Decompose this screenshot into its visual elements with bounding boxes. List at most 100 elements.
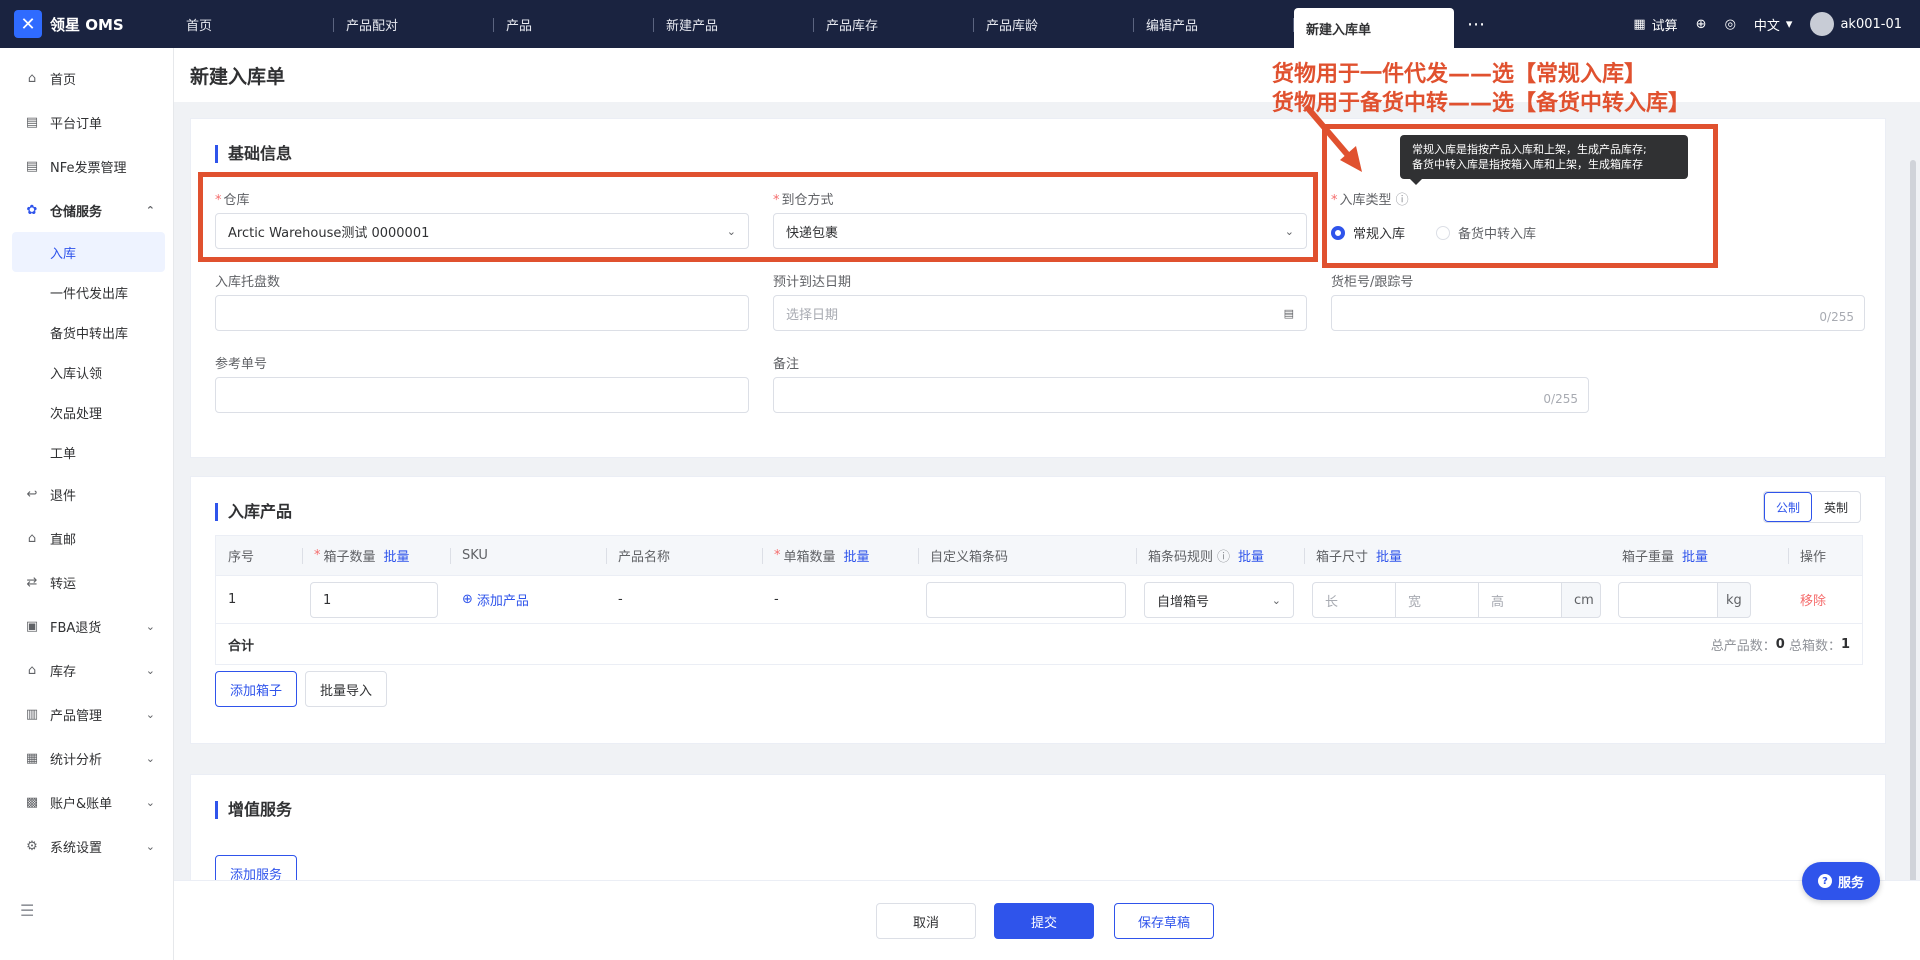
logo-icon: ✕ xyxy=(14,10,42,38)
custom-barcode-input[interactable] xyxy=(926,582,1126,618)
table-row: 1 1 ⊕ 添加产品 - - 自增箱号 ⌄ 长 宽 高 cm kg 移除 xyxy=(216,576,1862,624)
width-input[interactable]: 宽 xyxy=(1395,582,1479,618)
service-button[interactable]: ? 服务 xyxy=(1802,862,1880,900)
tab-more-icon[interactable]: ⋯ xyxy=(1454,0,1498,48)
batch-weight-link[interactable]: 批量 xyxy=(1682,546,1708,565)
pallet-count-label: 入库托盘数 xyxy=(215,275,281,290)
col-product-name: 产品名称 xyxy=(618,550,671,565)
chevron-down-icon: ⌄ xyxy=(145,751,155,765)
tab-new-inbound[interactable]: 新建入库单 xyxy=(1294,8,1454,48)
tab-edit-product[interactable]: 编辑产品 xyxy=(1134,0,1294,48)
inbound-products-card: 入库产品 公制 英制 序号 * 箱子数量 批量 SKU 产品名称 * 单箱数量 批量 自… xyxy=(190,476,1886,744)
sidebar-item-account[interactable]: ▩ 账户&账单 ⌄ xyxy=(0,780,173,824)
tracking-textarea[interactable]: 0/255 xyxy=(1331,295,1865,331)
weight-input[interactable] xyxy=(1618,582,1718,618)
sidebar-item-returns[interactable]: ↩ 退件 xyxy=(0,472,173,516)
sidebar-item-direct-mail[interactable]: ⌂ 直邮 xyxy=(0,516,173,560)
tab-product-stock[interactable]: 产品库存 xyxy=(814,0,974,48)
chevron-down-icon: ⌄ xyxy=(145,619,155,633)
collapse-sidebar-icon[interactable]: ☰ xyxy=(20,901,34,920)
pallet-count-input[interactable] xyxy=(215,295,749,331)
batch-size-link[interactable]: 批量 xyxy=(1376,546,1402,565)
sidebar-sub-dropship-outbound[interactable]: 一件代发出库 xyxy=(0,272,173,312)
annotation-arrow xyxy=(1303,104,1362,172)
sidebar-item-stock[interactable]: ⌂ 库存 ⌄ xyxy=(0,648,173,692)
settings-icon: ⚙ xyxy=(26,838,38,854)
tab-product[interactable]: 产品 xyxy=(494,0,654,48)
sidebar-item-nfe[interactable]: ▤ NFe发票管理 xyxy=(0,144,173,188)
account-icon: ▩ xyxy=(25,794,39,810)
reference-label: 参考单号 xyxy=(215,357,268,372)
download-icon[interactable]: ⊕ xyxy=(1696,17,1707,32)
sidebar-sub-defective[interactable]: 次品处理 xyxy=(0,392,173,432)
row-product-name: - xyxy=(618,592,623,607)
sidebar-item-stats[interactable]: ▦ 统计分析 ⌄ xyxy=(0,736,173,780)
sidebar-item-warehouse[interactable]: ✿ 仓储服务 ⌃ xyxy=(0,188,173,232)
remark-textarea[interactable]: 0/255 xyxy=(773,377,1589,413)
arrival-date-picker[interactable]: 选择日期 ▤ xyxy=(773,295,1307,331)
scrollbar[interactable] xyxy=(1910,160,1916,880)
length-input[interactable]: 长 xyxy=(1312,582,1396,618)
tracking-label: 货柜号/跟踪号 xyxy=(1331,275,1414,290)
sidebar-item-home[interactable]: ⌂ 首页 xyxy=(0,56,173,100)
reference-input[interactable] xyxy=(215,377,749,413)
trial-button[interactable]: ▦ 试算 xyxy=(1633,15,1677,34)
arrival-date-label: 预计到达日期 xyxy=(773,275,852,290)
bulk-import-button[interactable]: 批量导入 xyxy=(305,671,387,707)
save-draft-button[interactable]: 保存草稿 xyxy=(1114,903,1214,939)
tab-home[interactable]: 首页 xyxy=(174,0,334,48)
unit-toggle[interactable]: 公制 英制 xyxy=(1763,491,1861,523)
tab-product-pairing[interactable]: 产品配对 xyxy=(334,0,494,48)
col-action: 操作 xyxy=(1800,550,1827,565)
app-logo[interactable]: ✕ 领星 OMS xyxy=(0,0,174,48)
remark-label: 备注 xyxy=(773,357,800,372)
sidebar-sub-work-order[interactable]: 工单 xyxy=(0,432,173,472)
language-select[interactable]: 中文 ▾ xyxy=(1754,15,1793,34)
transfer-icon: ⇄ xyxy=(26,574,38,590)
inbound-products-title: 入库产品 xyxy=(215,503,292,521)
remove-row-link[interactable]: 移除 xyxy=(1788,576,1826,623)
info-icon[interactable]: ⓘ xyxy=(1217,546,1230,565)
cancel-button[interactable]: 取消 xyxy=(876,903,976,939)
summary-label: 合计 xyxy=(228,638,255,654)
batch-per-box-link[interactable]: 批量 xyxy=(844,546,870,565)
sidebar-item-fba-returns[interactable]: ▣ FBA退货 ⌄ xyxy=(0,604,173,648)
chevron-up-icon: ⌃ xyxy=(145,203,155,217)
chevron-down-icon: ⌄ xyxy=(145,707,155,721)
avatar xyxy=(1810,12,1835,36)
tab-product-age[interactable]: 产品库龄 xyxy=(974,0,1134,48)
box-qty-input[interactable]: 1 xyxy=(310,582,438,618)
col-box-qty: * 箱子数量 批量 xyxy=(314,546,410,565)
height-input[interactable]: 高 xyxy=(1478,582,1562,618)
sidebar-item-platform-orders[interactable]: ▤ 平台订单 xyxy=(0,100,173,144)
unit-imperial-button[interactable]: 英制 xyxy=(1812,492,1860,522)
value-added-card: 增值服务 添加服务 xyxy=(190,774,1886,880)
table-header: 序号 * 箱子数量 批量 SKU 产品名称 * 单箱数量 批量 自定义箱条码 箱条码规则… xyxy=(216,536,1862,576)
sidebar-sub-inbound-claim[interactable]: 入库认领 xyxy=(0,352,173,392)
sidebar-sub-inbound[interactable]: 入库 xyxy=(12,232,165,272)
app-name: 领星 OMS xyxy=(50,15,124,34)
sidebar-sub-transfer-outbound[interactable]: 备货中转出库 xyxy=(0,312,173,352)
sidebar-item-settings[interactable]: ⚙ 系统设置 ⌄ xyxy=(0,824,173,868)
add-service-button[interactable]: 添加服务 xyxy=(215,855,297,880)
batch-box-qty-link[interactable]: 批量 xyxy=(384,546,410,565)
tab-new-product[interactable]: 新建产品 xyxy=(654,0,814,48)
return-icon: ↩ xyxy=(26,486,38,502)
sidebar-item-transfer[interactable]: ⇄ 转运 xyxy=(0,560,173,604)
sidebar-item-product-mgmt[interactable]: ▥ 产品管理 ⌄ xyxy=(0,692,173,736)
fba-icon: ▣ xyxy=(25,618,39,634)
inbound-type-tooltip: 常规入库是指按产品入库和上架，生成产品库存; 备货中转入库是指按箱入库和上架，生… xyxy=(1400,135,1688,185)
caret-down-icon: ▾ xyxy=(1785,16,1793,32)
unit-metric-button[interactable]: 公制 xyxy=(1764,492,1812,522)
calculator-icon: ▦ xyxy=(1633,16,1646,32)
basic-info-title: 基础信息 xyxy=(215,145,292,163)
add-product-link[interactable]: ⊕ 添加产品 xyxy=(450,576,529,623)
submit-button[interactable]: 提交 xyxy=(994,903,1094,939)
settings-icon[interactable]: ◎ xyxy=(1725,17,1736,32)
user-menu[interactable]: ak001-01 xyxy=(1810,12,1902,36)
add-box-button[interactable]: 添加箱子 xyxy=(215,671,297,707)
doc-icon: ▤ xyxy=(25,158,39,174)
barcode-rule-select[interactable]: 自增箱号 ⌄ xyxy=(1144,582,1294,618)
batch-rule-link[interactable]: 批量 xyxy=(1238,546,1264,565)
tab-bar: 首页 产品配对 产品 新建产品 产品库存 产品库龄 编辑产品 新建入库单 ⋯ xyxy=(174,0,1633,48)
